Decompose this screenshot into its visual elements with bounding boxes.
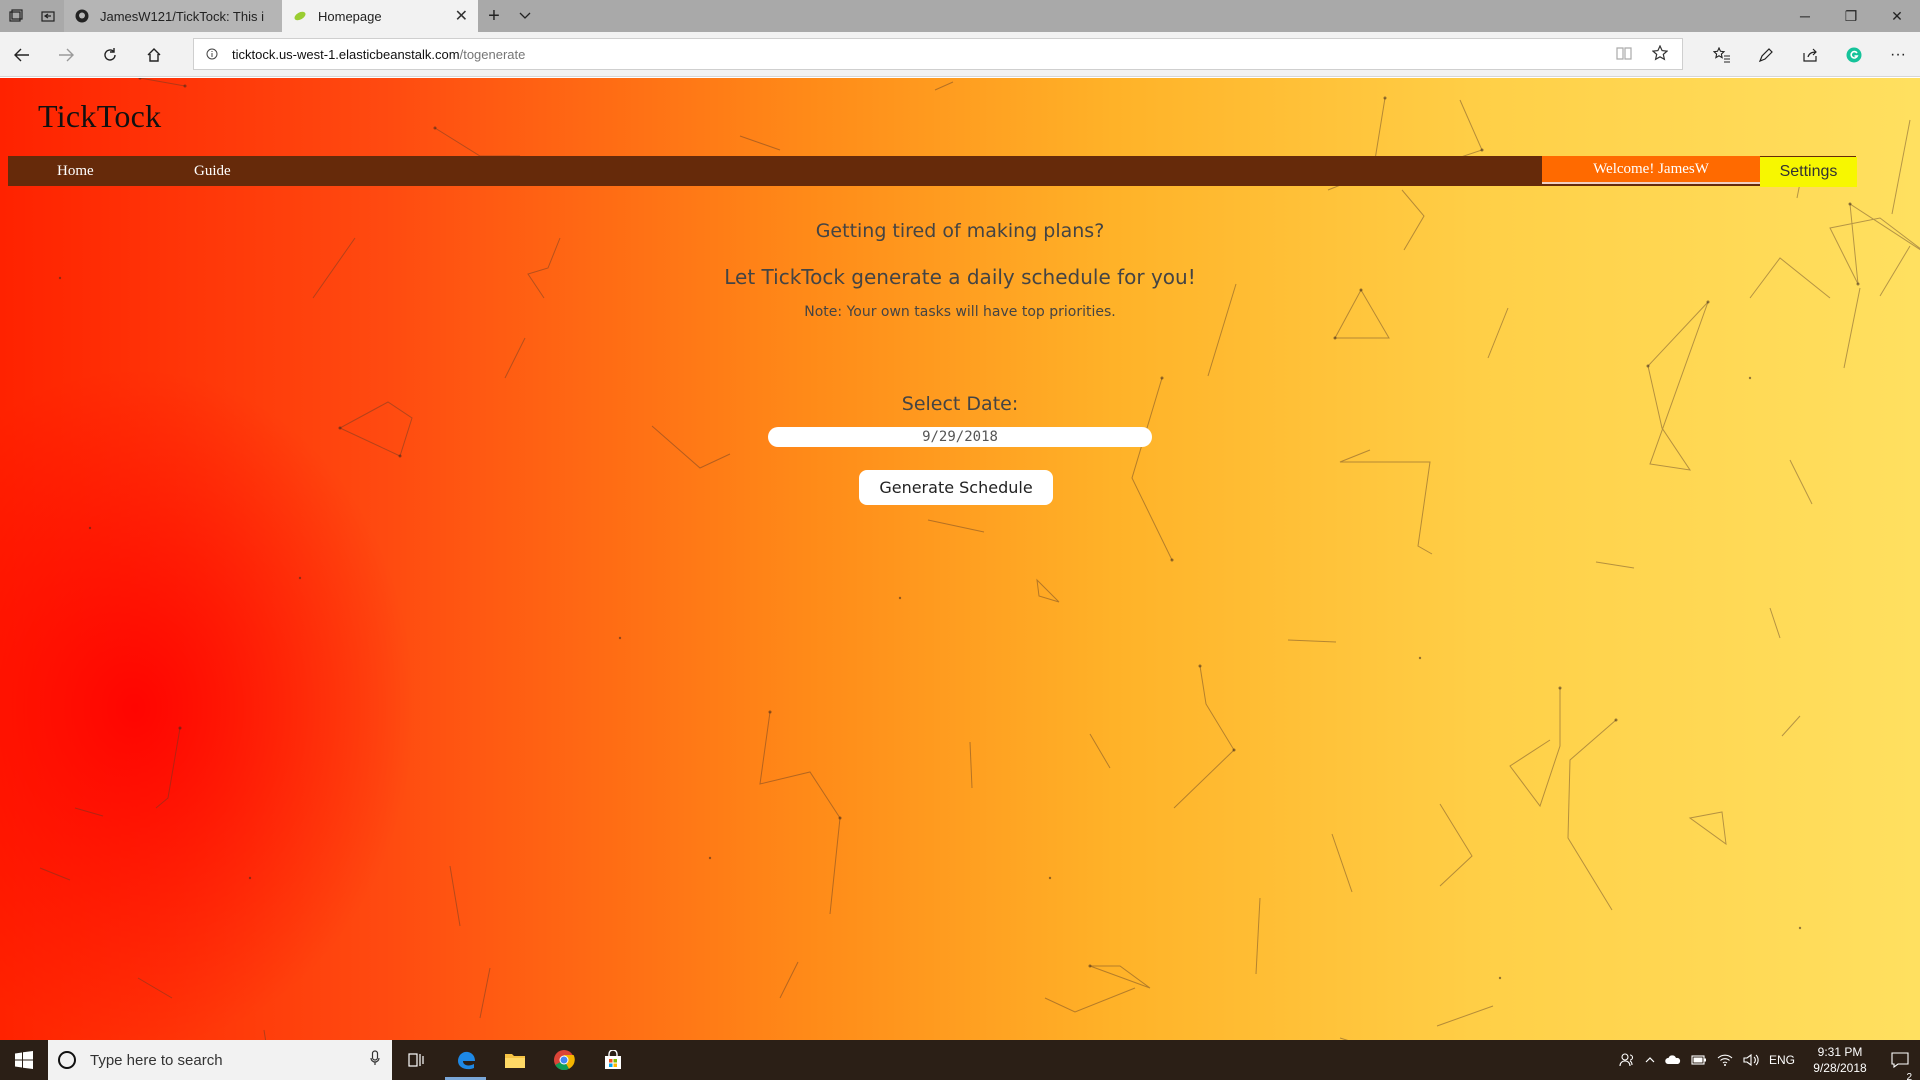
edge-icon[interactable] [441, 1040, 490, 1080]
browser-tab-bar: JamesW121/TickTock: This i Homepage ✕ + … [0, 0, 1920, 32]
url-path: /togenerate [459, 46, 526, 62]
favorites-hub-icon[interactable] [1700, 32, 1744, 77]
page-content: TickTock Home Guide Welcome! JamesW Sett… [0, 78, 1920, 1040]
taskbar-clock[interactable]: 9:31 PM 9/28/2018 [1800, 1044, 1880, 1076]
wifi-icon[interactable] [1712, 1053, 1738, 1067]
onedrive-icon[interactable] [1660, 1055, 1686, 1065]
action-center-icon[interactable]: 2 [1880, 1052, 1920, 1080]
store-icon[interactable] [588, 1040, 637, 1080]
restore-icon[interactable]: ❐ [1828, 0, 1874, 32]
priority-note: Note: Your own tasks will have top prior… [804, 304, 1116, 320]
info-icon[interactable] [206, 48, 222, 60]
clock-time: 9:31 PM [1817, 1045, 1863, 1059]
settings-button[interactable]: Settings [1760, 157, 1857, 187]
chevron-down-icon[interactable] [510, 0, 540, 32]
browser-address-bar: ticktock.us-west-1.elasticbeanstalk.com /… [0, 32, 1920, 77]
tab-title: Homepage [318, 8, 382, 24]
chrome-icon[interactable] [539, 1040, 588, 1080]
tab-title: JamesW121/TickTock: This i [100, 8, 264, 24]
tab-github[interactable]: JamesW121/TickTock: This i [64, 0, 282, 32]
github-icon [74, 8, 90, 24]
close-window-icon[interactable]: ✕ [1874, 0, 1920, 32]
clock-date: 9/28/2018 [1813, 1061, 1867, 1075]
search-placeholder: Type here to search [90, 1051, 223, 1069]
headline-tired: Getting tired of making plans? [815, 220, 1105, 242]
welcome-user-button[interactable]: Welcome! JamesW [1542, 156, 1760, 184]
date-input[interactable]: 9/29/2018 [768, 427, 1152, 447]
nav-guide-link[interactable]: Guide [194, 156, 231, 186]
chevron-up-icon[interactable] [1640, 1057, 1660, 1063]
headline-generate: Let TickTock generate a daily schedule f… [724, 265, 1196, 289]
url-field[interactable]: ticktock.us-west-1.elasticbeanstalk.com /… [193, 38, 1683, 70]
site-logo[interactable]: TickTock [38, 98, 161, 135]
volume-icon[interactable] [1738, 1053, 1764, 1067]
back-icon[interactable] [0, 32, 44, 77]
battery-icon[interactable] [1686, 1055, 1712, 1065]
home-icon[interactable] [132, 32, 176, 77]
taskbar-search-field[interactable]: Type here to search [48, 1040, 392, 1080]
notification-count: 2 [1906, 1072, 1912, 1080]
close-tab-icon[interactable]: ✕ [455, 6, 468, 26]
tab-homepage[interactable]: Homepage ✕ [282, 0, 478, 32]
pen-icon[interactable] [1744, 32, 1788, 77]
url-host: ticktock.us-west-1.elasticbeanstalk.com [232, 46, 460, 62]
reading-view-icon[interactable] [1616, 46, 1632, 63]
set-aside-tabs-icon[interactable] [32, 0, 64, 32]
generate-schedule-button[interactable]: Generate Schedule [859, 470, 1053, 505]
windows-start-icon[interactable] [0, 1040, 48, 1080]
share-icon[interactable] [1788, 32, 1832, 77]
microphone-icon[interactable] [370, 1050, 380, 1070]
task-view-icon[interactable] [392, 1040, 441, 1080]
system-tray: ENG 9:31 PM 9/28/2018 2 [1614, 1040, 1920, 1080]
new-tab-icon[interactable]: + [478, 0, 510, 32]
select-date-label: Select Date: [901, 393, 1019, 415]
cortana-icon [58, 1051, 76, 1069]
leaf-icon [292, 8, 308, 24]
more-icon[interactable]: ··· [1876, 32, 1920, 77]
tab-actions-icon[interactable] [0, 0, 32, 32]
input-language[interactable]: ENG [1764, 1053, 1800, 1067]
file-explorer-icon[interactable] [490, 1040, 539, 1080]
refresh-icon[interactable] [88, 32, 132, 77]
windows-taskbar: Type here to search ENG 9:31 PM 9/28/201… [0, 1040, 1920, 1080]
favorite-star-icon[interactable] [1651, 44, 1669, 64]
people-icon[interactable] [1614, 1052, 1640, 1068]
nav-home-link[interactable]: Home [57, 156, 94, 186]
grammarly-icon[interactable] [1832, 32, 1876, 77]
minimize-icon[interactable]: ─ [1782, 0, 1828, 32]
forward-icon[interactable] [44, 32, 88, 77]
